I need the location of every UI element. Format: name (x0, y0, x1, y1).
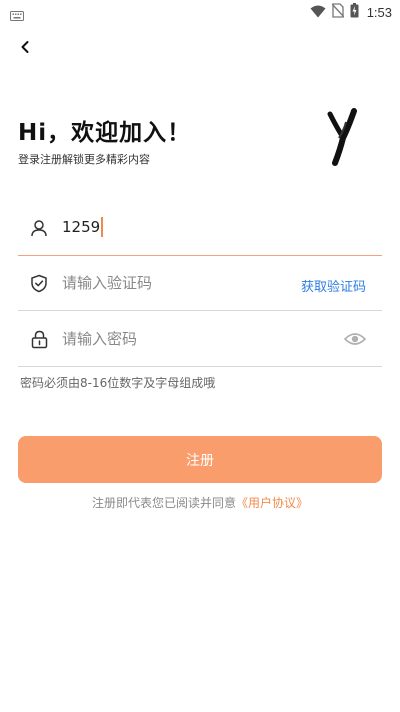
status-time: 1:53 (366, 4, 392, 20)
shield-check-icon (28, 272, 50, 294)
chevron-left-icon (21, 41, 29, 53)
password-hint: 密码必须由8-16位数字及字母组成哦 (20, 376, 216, 390)
password-input[interactable]: 请输入密码 (62, 328, 137, 350)
account-input[interactable]: 1259 (62, 216, 104, 238)
user-icon (28, 217, 50, 239)
status-bar: 1:53 (0, 0, 400, 24)
get-code-button[interactable]: 获取验证码 (301, 276, 366, 295)
account-field[interactable]: 1259 (18, 199, 382, 256)
back-button[interactable] (14, 36, 36, 58)
terms-notice: 注册即代表您已阅读并同意《用户协议》 (0, 494, 400, 511)
register-button[interactable]: 注册 (18, 436, 382, 483)
no-sim-icon (331, 2, 345, 22)
password-field[interactable]: 请输入密码 (18, 310, 382, 367)
page-subtitle: 登录注册解锁更多精彩内容 (18, 153, 150, 166)
lock-icon (28, 328, 50, 350)
terms-prefix: 注册即代表您已阅读并同意 (91, 496, 236, 510)
text-cursor (101, 216, 104, 237)
eye-icon[interactable] (343, 331, 367, 350)
battery-charging-icon (350, 2, 359, 22)
keyboard-icon (10, 6, 24, 25)
user-agreement-link[interactable]: 《用户协议》 (236, 496, 308, 510)
brand-logo (326, 108, 360, 170)
page-title: Hi，欢迎加入！ (18, 120, 192, 146)
wifi-icon (310, 3, 326, 22)
code-input[interactable]: 请输入验证码 (62, 272, 152, 294)
account-input-value: 1259 (62, 218, 101, 236)
code-field[interactable]: 请输入验证码 获取验证码 (18, 254, 382, 311)
